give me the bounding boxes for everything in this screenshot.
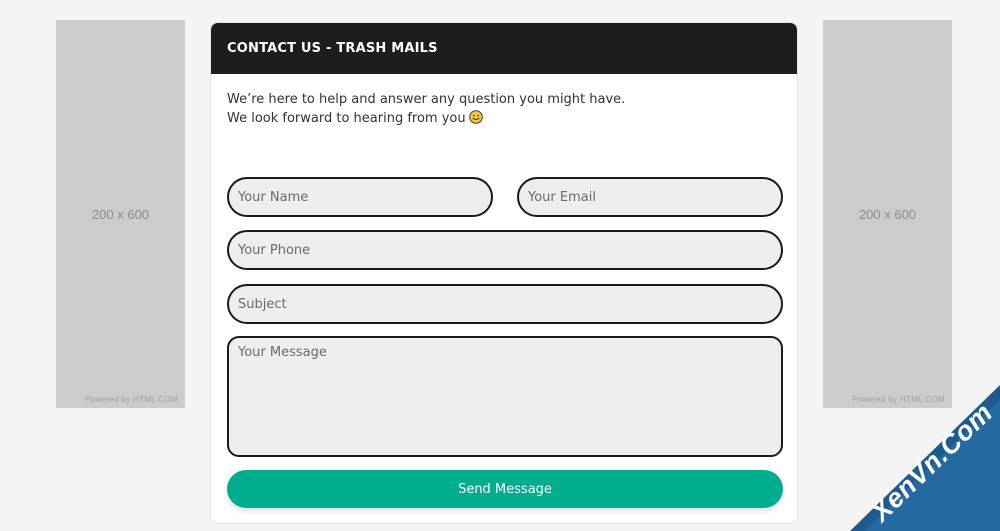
ad-right[interactable]: 200 x 600 Powered by HTML.COM <box>823 20 952 408</box>
phone-input[interactable]: Your Phone <box>227 230 783 270</box>
subject-input[interactable]: Subject <box>227 284 783 324</box>
email-input[interactable]: Your Email <box>517 177 783 217</box>
subject-placeholder: Subject <box>238 296 287 312</box>
intro-text: We’re here to help and answer any questi… <box>227 90 625 128</box>
ad-left[interactable]: 200 x 600 Powered by HTML.COM <box>56 20 185 408</box>
contact-form-card: CONTACT US - TRASH MAILS We’re here to h… <box>210 22 798 524</box>
xenvn-watermark-logo: XenVn.Com <box>850 385 1000 531</box>
ad-size-label: 200 x 600 <box>858 207 917 222</box>
name-placeholder: Your Name <box>238 189 309 205</box>
phone-placeholder: Your Phone <box>238 242 311 258</box>
ad-size-label: 200 x 600 <box>91 207 150 222</box>
smiley-face-icon <box>468 110 483 124</box>
email-placeholder: Your Email <box>528 189 596 205</box>
intro-line-1: We’re here to help and answer any questi… <box>227 92 626 107</box>
message-placeholder: Your Message <box>238 345 327 360</box>
intro-line-2-text: We look forward to hearing from you <box>227 111 466 126</box>
ad-powered-label: Powered by HTML.COM <box>85 395 178 404</box>
message-textarea[interactable]: Your Message <box>227 336 783 457</box>
intro-line-2: We look forward to hearing from you <box>227 109 625 128</box>
page: 200 x 600 Powered by HTML.COM 200 x 600 … <box>0 0 1000 531</box>
send-message-button[interactable]: Send Message <box>227 470 783 508</box>
contact-form-title: CONTACT US - TRASH MAILS <box>211 23 797 74</box>
name-input[interactable]: Your Name <box>227 177 493 217</box>
